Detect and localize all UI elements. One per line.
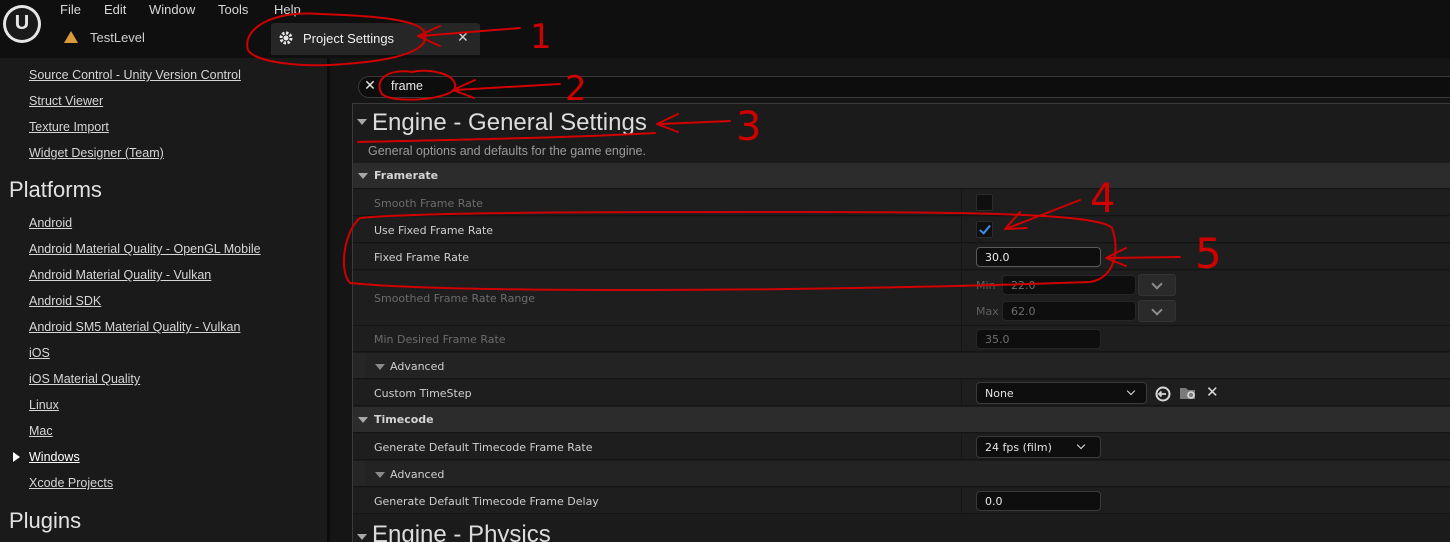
menu-edit[interactable]: Edit <box>104 2 126 17</box>
advanced-label: Advanced <box>390 468 445 481</box>
reset-arrow-icon[interactable] <box>1154 385 1172 403</box>
column-divider[interactable] <box>961 217 962 242</box>
settings-search-input[interactable] <box>358 76 1450 98</box>
column-divider[interactable] <box>961 190 962 215</box>
property-label: Custom TimeStep <box>374 387 472 400</box>
section-description: General options and defaults for the gam… <box>368 144 646 158</box>
section-title-physics: Engine - Physics <box>372 521 551 542</box>
property-label: Use Fixed Frame Rate <box>374 224 494 237</box>
level-icon <box>64 31 78 43</box>
property-row-custom-timestep: Custom TimeStep None ✕ <box>353 380 1450 406</box>
indent-bar <box>353 353 365 378</box>
min-desired-frame-rate-input[interactable]: 35.0 <box>976 329 1101 349</box>
collapse-section-icon[interactable] <box>357 534 367 540</box>
max-frame-rate-input[interactable]: 62.0 <box>1002 301 1136 321</box>
collapse-advanced-icon[interactable] <box>375 472 385 478</box>
sidebar-item-widget-designer[interactable]: Widget Designer (Team) <box>29 146 164 160</box>
clear-icon[interactable]: ✕ <box>1206 383 1219 401</box>
sidebar-heading-plugins: Plugins <box>9 508 82 533</box>
property-label: Generate Default Timecode Frame Rate <box>374 441 593 454</box>
sidebar-item-xcode-projects[interactable]: Xcode Projects <box>29 476 113 490</box>
sidebar-item-android[interactable]: Android <box>29 216 72 230</box>
timecode-frame-rate-dropdown[interactable]: 24 fps (film) <box>976 436 1101 458</box>
category-timecode[interactable]: Timecode <box>353 407 1450 433</box>
chevron-down-icon <box>1076 440 1086 450</box>
browse-folder-icon[interactable] <box>1179 384 1197 402</box>
collapse-category-icon[interactable] <box>358 417 368 423</box>
sidebar-item-mac[interactable]: Mac <box>29 424 53 438</box>
property-row-smoothed-frame-rate-range: Smoothed Frame Rate Range Min 22.0 Max 6… <box>353 271 1450 326</box>
timecode-frame-delay-input[interactable]: 0.0 <box>976 491 1101 511</box>
smooth-frame-rate-checkbox[interactable] <box>976 194 993 211</box>
close-tab-icon[interactable]: ✕ <box>457 30 469 46</box>
category-label: Framerate <box>374 169 439 182</box>
property-label: Fixed Frame Rate <box>374 251 469 264</box>
column-divider[interactable] <box>961 380 962 405</box>
sidebar-item-windows[interactable]: Windows <box>29 450 80 464</box>
unreal-logo-icon[interactable]: U <box>3 5 41 43</box>
chevron-down-icon <box>1126 386 1136 396</box>
fixed-frame-rate-input[interactable]: 30.0 <box>976 247 1101 267</box>
search-input-value[interactable]: frame <box>391 79 423 93</box>
dropdown-value: None <box>985 387 1014 400</box>
property-label: Smooth Frame Rate <box>374 197 483 210</box>
menu-help[interactable]: Help <box>274 2 301 17</box>
column-divider[interactable] <box>961 271 962 325</box>
property-label: Smoothed Frame Rate Range <box>374 292 536 305</box>
section-title: Engine - General Settings <box>372 109 647 136</box>
sidebar-item-android-sdk[interactable]: Android SDK <box>29 294 101 308</box>
collapse-category-icon[interactable] <box>358 173 368 179</box>
expand-arrow-icon[interactable] <box>13 452 20 462</box>
min-label: Min <box>976 279 996 292</box>
menu-window[interactable]: Window <box>149 2 195 17</box>
property-label: Min Desired Frame Rate <box>374 333 506 346</box>
column-divider[interactable] <box>961 244 962 269</box>
sidebar-item-struct-viewer[interactable]: Struct Viewer <box>29 94 103 108</box>
min-frame-rate-input[interactable]: 22.0 <box>1002 275 1136 295</box>
column-divider[interactable] <box>961 488 962 513</box>
custom-timestep-dropdown[interactable]: None <box>976 382 1147 404</box>
use-fixed-frame-rate-checkbox[interactable] <box>976 221 993 238</box>
group-advanced-timecode[interactable]: Advanced <box>353 461 1450 487</box>
property-label: Generate Default Timecode Frame Delay <box>374 495 599 508</box>
max-label: Max <box>976 305 999 318</box>
sidebar-item-android-sm5-vulkan[interactable]: Android SM5 Material Quality - Vulkan <box>29 320 240 334</box>
level-tab-label: TestLevel <box>90 30 145 45</box>
property-row-use-fixed-frame-rate: Use Fixed Frame Rate <box>353 217 1450 243</box>
sidebar-item-android-quality-opengl[interactable]: Android Material Quality - OpenGL Mobile <box>29 242 261 256</box>
sidebar-item-ios-material-quality[interactable]: iOS Material Quality <box>29 372 140 386</box>
category-label: Timecode <box>374 413 434 426</box>
sidebar-item-android-quality-vulkan[interactable]: Android Material Quality - Vulkan <box>29 268 211 282</box>
project-settings-tab-label: Project Settings <box>303 31 395 46</box>
advanced-label: Advanced <box>390 360 445 373</box>
column-divider[interactable] <box>961 326 962 351</box>
max-dropdown-button[interactable] <box>1138 300 1176 322</box>
menu-file[interactable]: File <box>60 2 81 17</box>
menu-tools[interactable]: Tools <box>218 2 248 17</box>
project-settings-tab[interactable]: Project Settings ✕ <box>271 23 480 55</box>
sidebar-item-source-control[interactable]: Source Control - Unity Version Control <box>29 68 241 82</box>
property-row-min-desired-frame-rate: Min Desired Frame Rate 35.0 <box>353 326 1450 352</box>
sidebar-item-ios[interactable]: iOS <box>29 346 50 360</box>
group-advanced-framerate[interactable]: Advanced <box>353 353 1450 379</box>
clear-search-icon[interactable]: ✕ <box>362 78 378 94</box>
property-row-default-timecode-frame-rate: Generate Default Timecode Frame Rate 24 … <box>353 434 1450 460</box>
dropdown-value: 24 fps (film) <box>985 441 1052 454</box>
property-row-smooth-frame-rate: Smooth Frame Rate <box>353 190 1450 216</box>
column-divider[interactable] <box>961 434 962 459</box>
sidebar-heading-platforms: Platforms <box>9 177 102 202</box>
collapse-advanced-icon[interactable] <box>375 364 385 370</box>
sidebar-item-linux[interactable]: Linux <box>29 398 59 412</box>
property-row-fixed-frame-rate: Fixed Frame Rate 30.0 <box>353 244 1450 270</box>
indent-bar <box>353 461 365 486</box>
property-row-timecode-frame-delay: Generate Default Timecode Frame Delay 0.… <box>353 488 1450 514</box>
title-bar: U File Edit Window Tools Help TestLevel … <box>0 0 1450 58</box>
min-dropdown-button[interactable] <box>1138 274 1176 296</box>
sidebar-item-texture-import[interactable]: Texture Import <box>29 120 109 134</box>
collapse-section-icon[interactable] <box>357 119 367 125</box>
category-framerate[interactable]: Framerate <box>353 163 1450 189</box>
settings-gear-icon <box>279 31 293 45</box>
